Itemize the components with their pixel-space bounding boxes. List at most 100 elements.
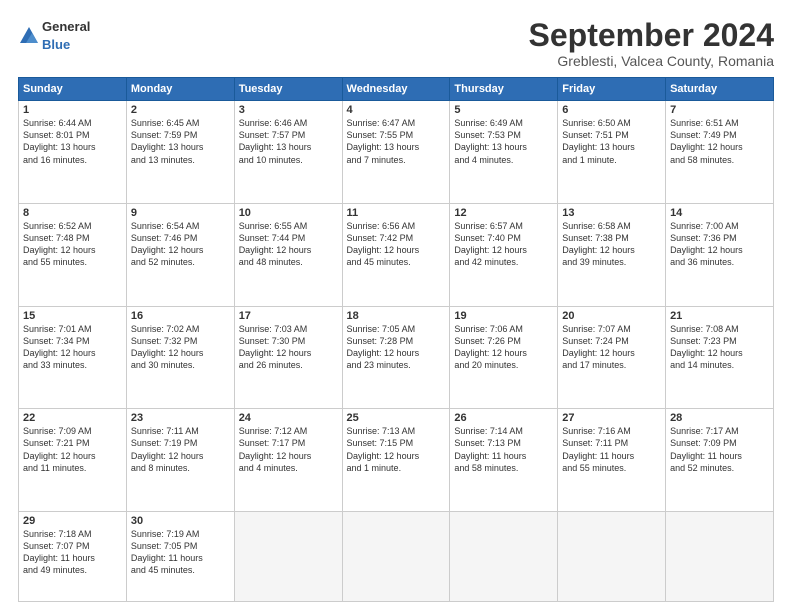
table-row: 22Sunrise: 7:09 AMSunset: 7:21 PMDayligh…: [19, 409, 127, 512]
col-saturday: Saturday: [666, 78, 774, 101]
day-info: Sunrise: 6:47 AMSunset: 7:55 PMDaylight:…: [347, 117, 446, 166]
day-number: 11: [347, 207, 446, 219]
table-row: 2Sunrise: 6:45 AMSunset: 7:59 PMDaylight…: [126, 101, 234, 204]
day-info: Sunrise: 6:45 AMSunset: 7:59 PMDaylight:…: [131, 117, 230, 166]
day-number: 10: [239, 207, 338, 219]
table-row: 1Sunrise: 6:44 AMSunset: 8:01 PMDaylight…: [19, 101, 127, 204]
day-number: 30: [131, 515, 230, 527]
day-number: 2: [131, 104, 230, 116]
day-info: Sunrise: 7:12 AMSunset: 7:17 PMDaylight:…: [239, 425, 338, 474]
day-info: Sunrise: 6:49 AMSunset: 7:53 PMDaylight:…: [454, 117, 553, 166]
table-row: 19Sunrise: 7:06 AMSunset: 7:26 PMDayligh…: [450, 306, 558, 409]
col-monday: Monday: [126, 78, 234, 101]
table-row: 12Sunrise: 6:57 AMSunset: 7:40 PMDayligh…: [450, 203, 558, 306]
day-number: 12: [454, 207, 553, 219]
day-number: 8: [23, 207, 122, 219]
day-number: 5: [454, 104, 553, 116]
table-row: 11Sunrise: 6:56 AMSunset: 7:42 PMDayligh…: [342, 203, 450, 306]
day-info: Sunrise: 7:14 AMSunset: 7:13 PMDaylight:…: [454, 425, 553, 474]
day-number: 19: [454, 310, 553, 322]
table-row: 15Sunrise: 7:01 AMSunset: 7:34 PMDayligh…: [19, 306, 127, 409]
day-info: Sunrise: 7:02 AMSunset: 7:32 PMDaylight:…: [131, 323, 230, 372]
table-row: 5Sunrise: 6:49 AMSunset: 7:53 PMDaylight…: [450, 101, 558, 204]
col-sunday: Sunday: [19, 78, 127, 101]
day-number: 21: [670, 310, 769, 322]
day-number: 4: [347, 104, 446, 116]
calendar-week-row: 15Sunrise: 7:01 AMSunset: 7:34 PMDayligh…: [19, 306, 774, 409]
col-thursday: Thursday: [450, 78, 558, 101]
day-info: Sunrise: 7:18 AMSunset: 7:07 PMDaylight:…: [23, 528, 122, 577]
day-number: 6: [562, 104, 661, 116]
day-info: Sunrise: 7:19 AMSunset: 7:05 PMDaylight:…: [131, 528, 230, 577]
location-subtitle: Greblesti, Valcea County, Romania: [90, 53, 774, 69]
day-info: Sunrise: 7:08 AMSunset: 7:23 PMDaylight:…: [670, 323, 769, 372]
table-row: 30Sunrise: 7:19 AMSunset: 7:05 PMDayligh…: [126, 512, 234, 602]
table-row: 14Sunrise: 7:00 AMSunset: 7:36 PMDayligh…: [666, 203, 774, 306]
table-row: 26Sunrise: 7:14 AMSunset: 7:13 PMDayligh…: [450, 409, 558, 512]
day-number: 29: [23, 515, 122, 527]
table-row: [342, 512, 450, 602]
table-row: 7Sunrise: 6:51 AMSunset: 7:49 PMDaylight…: [666, 101, 774, 204]
day-number: 9: [131, 207, 230, 219]
day-number: 27: [562, 412, 661, 424]
calendar-header-row: Sunday Monday Tuesday Wednesday Thursday…: [19, 78, 774, 101]
day-number: 17: [239, 310, 338, 322]
table-row: 29Sunrise: 7:18 AMSunset: 7:07 PMDayligh…: [19, 512, 127, 602]
day-info: Sunrise: 6:44 AMSunset: 8:01 PMDaylight:…: [23, 117, 122, 166]
day-number: 28: [670, 412, 769, 424]
calendar-week-row: 22Sunrise: 7:09 AMSunset: 7:21 PMDayligh…: [19, 409, 774, 512]
table-row: 10Sunrise: 6:55 AMSunset: 7:44 PMDayligh…: [234, 203, 342, 306]
day-info: Sunrise: 7:07 AMSunset: 7:24 PMDaylight:…: [562, 323, 661, 372]
day-info: Sunrise: 7:17 AMSunset: 7:09 PMDaylight:…: [670, 425, 769, 474]
day-info: Sunrise: 6:54 AMSunset: 7:46 PMDaylight:…: [131, 220, 230, 269]
day-info: Sunrise: 7:00 AMSunset: 7:36 PMDaylight:…: [670, 220, 769, 269]
calendar-table: Sunday Monday Tuesday Wednesday Thursday…: [18, 77, 774, 602]
col-wednesday: Wednesday: [342, 78, 450, 101]
table-row: 28Sunrise: 7:17 AMSunset: 7:09 PMDayligh…: [666, 409, 774, 512]
table-row: 8Sunrise: 6:52 AMSunset: 7:48 PMDaylight…: [19, 203, 127, 306]
calendar-week-row: 1Sunrise: 6:44 AMSunset: 8:01 PMDaylight…: [19, 101, 774, 204]
table-row: 17Sunrise: 7:03 AMSunset: 7:30 PMDayligh…: [234, 306, 342, 409]
day-info: Sunrise: 7:09 AMSunset: 7:21 PMDaylight:…: [23, 425, 122, 474]
day-info: Sunrise: 6:51 AMSunset: 7:49 PMDaylight:…: [670, 117, 769, 166]
title-area: September 2024 Greblesti, Valcea County,…: [90, 18, 774, 69]
table-row: 25Sunrise: 7:13 AMSunset: 7:15 PMDayligh…: [342, 409, 450, 512]
day-info: Sunrise: 6:52 AMSunset: 7:48 PMDaylight:…: [23, 220, 122, 269]
table-row: 20Sunrise: 7:07 AMSunset: 7:24 PMDayligh…: [558, 306, 666, 409]
month-title: September 2024: [90, 18, 774, 53]
table-row: 6Sunrise: 6:50 AMSunset: 7:51 PMDaylight…: [558, 101, 666, 204]
day-info: Sunrise: 6:55 AMSunset: 7:44 PMDaylight:…: [239, 220, 338, 269]
day-number: 23: [131, 412, 230, 424]
day-info: Sunrise: 7:13 AMSunset: 7:15 PMDaylight:…: [347, 425, 446, 474]
header: General Blue September 2024 Greblesti, V…: [18, 18, 774, 69]
day-info: Sunrise: 6:50 AMSunset: 7:51 PMDaylight:…: [562, 117, 661, 166]
col-friday: Friday: [558, 78, 666, 101]
day-number: 26: [454, 412, 553, 424]
day-number: 1: [23, 104, 122, 116]
day-info: Sunrise: 7:06 AMSunset: 7:26 PMDaylight:…: [454, 323, 553, 372]
day-info: Sunrise: 7:16 AMSunset: 7:11 PMDaylight:…: [562, 425, 661, 474]
logo-general: General: [42, 19, 90, 34]
table-row: [558, 512, 666, 602]
day-number: 15: [23, 310, 122, 322]
table-row: 21Sunrise: 7:08 AMSunset: 7:23 PMDayligh…: [666, 306, 774, 409]
day-number: 25: [347, 412, 446, 424]
table-row: 24Sunrise: 7:12 AMSunset: 7:17 PMDayligh…: [234, 409, 342, 512]
page: General Blue September 2024 Greblesti, V…: [0, 0, 792, 612]
table-row: [666, 512, 774, 602]
day-info: Sunrise: 6:46 AMSunset: 7:57 PMDaylight:…: [239, 117, 338, 166]
logo: General Blue: [18, 18, 90, 54]
logo-icon: [18, 25, 40, 47]
table-row: 23Sunrise: 7:11 AMSunset: 7:19 PMDayligh…: [126, 409, 234, 512]
calendar-week-row: 29Sunrise: 7:18 AMSunset: 7:07 PMDayligh…: [19, 512, 774, 602]
table-row: 9Sunrise: 6:54 AMSunset: 7:46 PMDaylight…: [126, 203, 234, 306]
calendar-week-row: 8Sunrise: 6:52 AMSunset: 7:48 PMDaylight…: [19, 203, 774, 306]
table-row: [234, 512, 342, 602]
table-row: [450, 512, 558, 602]
day-info: Sunrise: 6:56 AMSunset: 7:42 PMDaylight:…: [347, 220, 446, 269]
day-info: Sunrise: 7:05 AMSunset: 7:28 PMDaylight:…: [347, 323, 446, 372]
day-number: 7: [670, 104, 769, 116]
logo-blue: Blue: [42, 37, 70, 52]
day-number: 14: [670, 207, 769, 219]
day-number: 18: [347, 310, 446, 322]
